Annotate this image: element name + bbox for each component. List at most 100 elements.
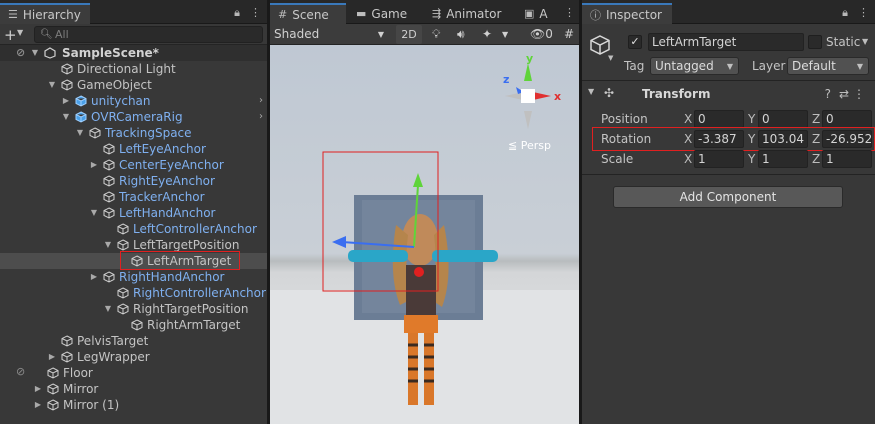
collapse-arrow-icon[interactable]: ▶ xyxy=(33,397,43,413)
hierarchy-item[interactable]: ▼ TrackingSpace xyxy=(0,125,267,141)
hierarchy-item[interactable]: Floor xyxy=(0,365,267,381)
lighting-toggle-icon[interactable]: 💡︎ xyxy=(428,25,448,44)
position-y-field[interactable]: 0 xyxy=(758,110,808,128)
scene-row[interactable]: ⊘ ▼ SampleScene* xyxy=(0,45,267,61)
kebab-menu-icon[interactable]: ⋮ xyxy=(564,6,575,19)
tag-dropdown[interactable]: Untagged xyxy=(650,57,739,75)
scene-viewport[interactable]: y x z ≦ Persp xyxy=(270,45,579,424)
visibility-off-icon[interactable]: ⊘ xyxy=(16,365,25,378)
gameobject-cube-icon xyxy=(47,399,59,411)
preset-icon[interactable]: ⇄ xyxy=(839,87,849,101)
chevron-down-icon[interactable]: ▼ xyxy=(862,37,868,46)
expand-arrow-icon[interactable]: ▼ xyxy=(75,125,85,141)
hierarchy-item[interactable]: TrackerAnchor xyxy=(0,189,267,205)
tab-animation[interactable]: ▣ A xyxy=(516,3,556,24)
chevron-down-icon[interactable]: ▼ xyxy=(608,54,613,62)
collapse-arrow-icon[interactable]: ▶ xyxy=(89,157,99,173)
hierarchy-item[interactable]: RightArmTarget xyxy=(0,317,267,333)
hierarchy-item-label: RightTargetPosition xyxy=(133,302,249,316)
active-checkbox[interactable]: ✓ xyxy=(628,35,642,49)
rotation-x-field[interactable]: -3.387 xyxy=(694,130,744,148)
expand-arrow-icon[interactable]: ▼ xyxy=(61,109,71,125)
rotation-y-field[interactable]: 103.04 xyxy=(758,130,808,148)
hidden-objects-toggle[interactable]: 👁︎0 xyxy=(526,25,558,44)
collapse-arrow-icon[interactable]: ▼ xyxy=(588,87,594,96)
static-checkbox[interactable] xyxy=(808,35,822,49)
hierarchy-item[interactable]: ▶ Mirror (1) xyxy=(0,397,267,413)
collapse-arrow-icon[interactable]: ▶ xyxy=(61,93,71,109)
orientation-gizmo[interactable] xyxy=(505,63,551,129)
persp-label[interactable]: ≦ Persp xyxy=(508,139,551,152)
add-component-button[interactable]: Add Component xyxy=(613,186,843,208)
highlight-box xyxy=(120,251,240,270)
expand-arrow-icon[interactable]: ▼ xyxy=(103,301,113,317)
chevron-down-icon[interactable]: ▼ xyxy=(17,28,23,37)
hierarchy-item[interactable]: Directional Light xyxy=(0,61,267,77)
hierarchy-item[interactable]: ▼ LeftHandAnchor xyxy=(0,205,267,221)
expand-arrow-icon[interactable]: ▼ xyxy=(103,237,113,253)
prefab-cube-icon xyxy=(75,95,87,107)
rotation-z-field[interactable]: -26.952 xyxy=(822,130,872,148)
tab-scene[interactable]: # Scene xyxy=(270,3,346,24)
hierarchy-item[interactable]: ▶ Mirror xyxy=(0,381,267,397)
audio-toggle-icon[interactable]: 🔊︎ xyxy=(453,25,473,44)
hierarchy-item[interactable]: ▼ OVRCameraRig › xyxy=(0,109,267,125)
hierarchy-item-label: Floor xyxy=(63,366,93,380)
layer-value: Default xyxy=(792,59,836,73)
expand-arrow-icon[interactable]: ▼ xyxy=(89,205,99,221)
collapse-arrow-icon[interactable]: ▶ xyxy=(89,269,99,285)
help-icon[interactable]: ? xyxy=(825,87,831,101)
kebab-menu-icon[interactable]: ⋮ xyxy=(853,87,865,101)
hierarchy-item[interactable]: ▶ LegWrapper xyxy=(0,349,267,365)
hierarchy-item[interactable]: ▼ RightTargetPosition xyxy=(0,301,267,317)
collapse-arrow-icon[interactable]: ▶ xyxy=(33,381,43,397)
scale-z-axis-label: Z xyxy=(812,152,821,166)
expand-arrow-icon[interactable]: ▼ xyxy=(47,77,57,93)
eye-off-icon: 👁︎ xyxy=(530,27,546,41)
kebab-menu-icon[interactable]: ⋮ xyxy=(250,6,261,20)
visibility-off-icon[interactable]: ⊘ xyxy=(16,45,25,61)
chevron-right-icon[interactable]: › xyxy=(259,109,263,125)
object-name-field[interactable]: LeftArmTarget xyxy=(648,33,804,51)
scale-z-field[interactable]: 1 xyxy=(822,150,872,168)
hierarchy-item[interactable]: LeftControllerAnchor xyxy=(0,221,267,237)
chevron-right-icon[interactable]: › xyxy=(259,93,263,109)
rotation-z-axis-label: Z xyxy=(812,132,821,146)
grid-toggle-icon[interactable]: # xyxy=(560,25,578,44)
tab-hierarchy[interactable]: ☰ Hierarchy xyxy=(0,3,90,24)
hierarchy-item[interactable]: ▼ GameObject xyxy=(0,77,267,93)
tab-inspector[interactable]: ⓘ Inspector xyxy=(582,3,672,24)
layer-dropdown[interactable]: Default xyxy=(787,57,869,75)
chevron-down-icon: ▼ xyxy=(377,30,384,39)
chevron-down-icon[interactable]: ▼ xyxy=(498,25,510,44)
collapse-arrow-icon[interactable]: ▶ xyxy=(47,349,57,365)
create-button[interactable]: + xyxy=(4,26,17,44)
hierarchy-item[interactable]: LeftEyeAnchor xyxy=(0,141,267,157)
transform-header[interactable]: ▼ ✣ Transform ? ⇄ ⋮ xyxy=(582,85,875,105)
position-z-axis-label: Z xyxy=(812,112,821,126)
hierarchy-item[interactable]: ▶ RightHandAnchor xyxy=(0,269,267,285)
2d-toggle-button[interactable]: 2D xyxy=(396,25,422,44)
hierarchy-item[interactable]: PelvisTarget xyxy=(0,333,267,349)
position-x-field[interactable]: 0 xyxy=(694,110,744,128)
hierarchy-item[interactable]: ▶ unitychan › xyxy=(0,93,267,109)
hierarchy-item[interactable]: ▶ CenterEyeAnchor xyxy=(0,157,267,173)
hierarchy-item[interactable]: RightControllerAnchor xyxy=(0,285,267,301)
shading-mode-dropdown[interactable]: Shaded ▼ xyxy=(270,25,388,44)
animation-icon: ▣ xyxy=(524,7,535,20)
scale-x-field[interactable]: 1 xyxy=(694,150,744,168)
gizmo-center[interactable] xyxy=(414,267,424,277)
effects-toggle-icon[interactable]: ✦ xyxy=(478,25,498,44)
tab-game[interactable]: ▬ Game xyxy=(348,3,415,24)
unity-scene-icon xyxy=(44,47,56,59)
scale-y-field[interactable]: 1 xyxy=(758,150,808,168)
search-input[interactable]: 🔍︎ All xyxy=(34,26,263,43)
tab-animator[interactable]: ⇶ Animator xyxy=(424,3,509,24)
kebab-menu-icon[interactable]: ⋮ xyxy=(858,6,869,20)
hierarchy-item[interactable]: RightEyeAnchor xyxy=(0,173,267,189)
position-z-field[interactable]: 0 xyxy=(822,110,872,128)
hierarchy-tabbar: ☰ Hierarchy 🔒︎ ⋮ xyxy=(0,0,267,24)
expand-arrow-icon[interactable]: ▼ xyxy=(30,45,40,61)
lock-icon[interactable]: 🔒︎ xyxy=(842,6,848,20)
lock-icon[interactable]: 🔒︎ xyxy=(234,6,240,20)
